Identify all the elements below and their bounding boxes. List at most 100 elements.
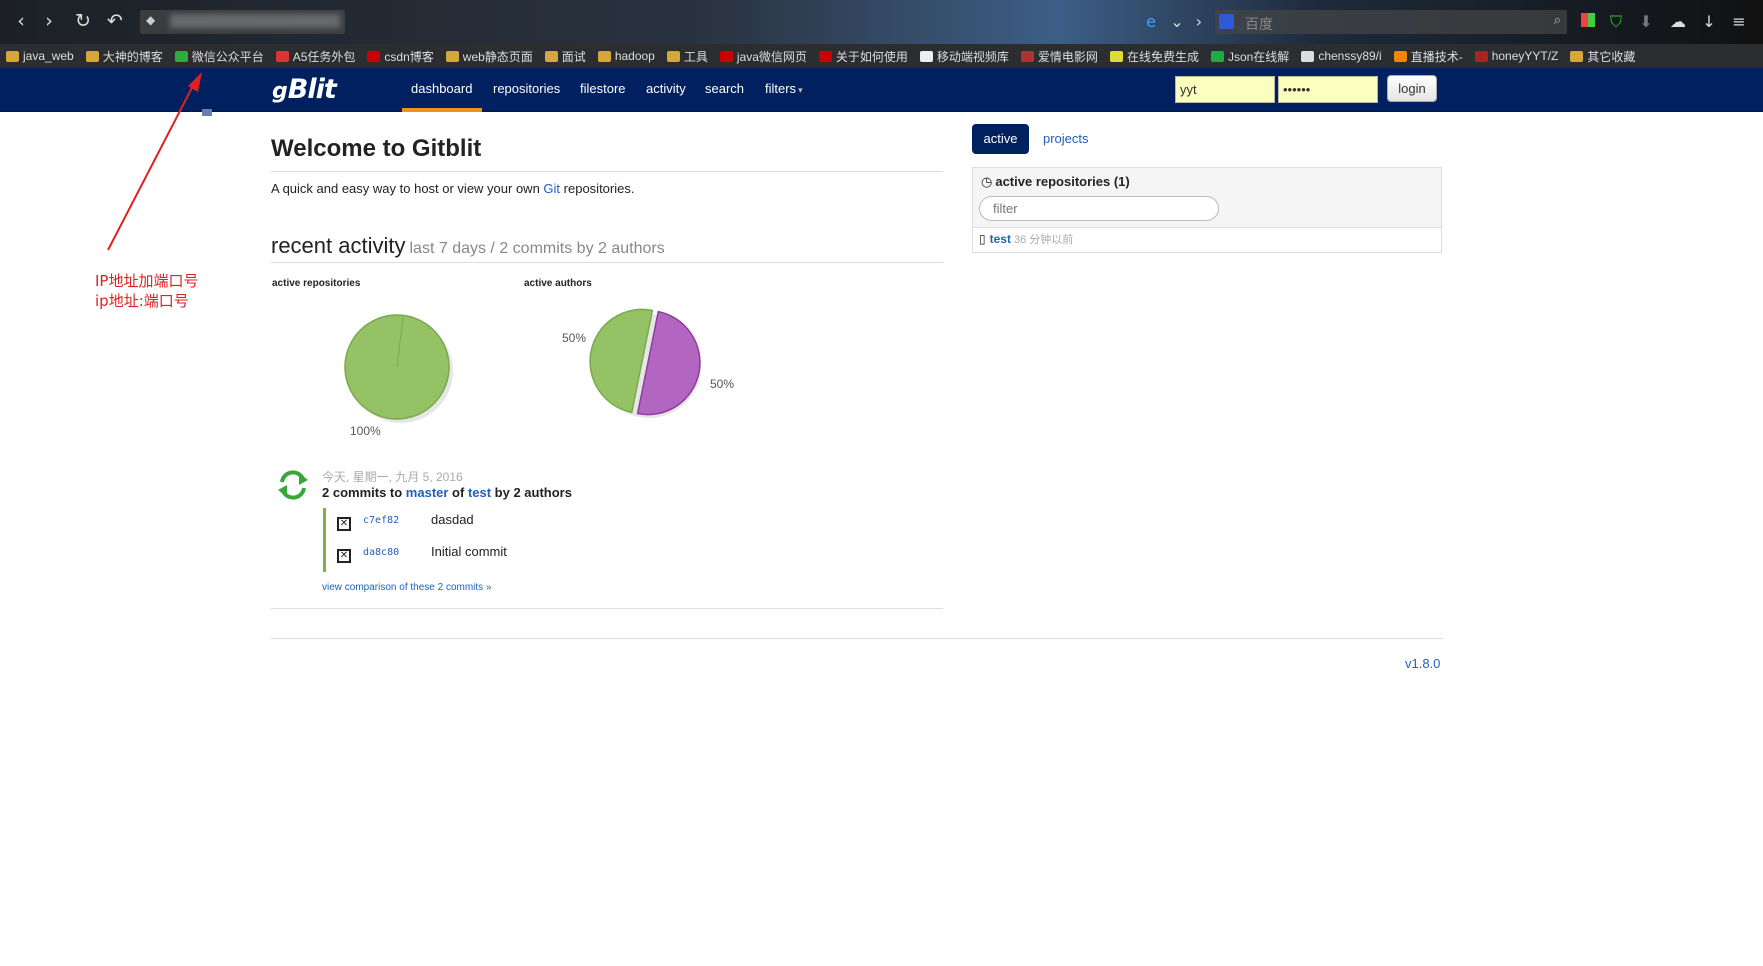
tab-projects[interactable]: projects bbox=[1043, 131, 1089, 146]
bookmark-icon bbox=[1020, 50, 1034, 62]
bookmark-item[interactable]: Json在线解 bbox=[1210, 48, 1290, 65]
bookmark-item[interactable]: 在线免费生成 bbox=[1109, 48, 1199, 65]
bookmark-label: 爱情电影网 bbox=[1037, 49, 1098, 64]
menu-icon[interactable]: ≡ bbox=[1728, 11, 1750, 33]
bookmark-item[interactable]: 面试 bbox=[544, 48, 586, 65]
bookmark-label: java微信网页 bbox=[736, 49, 807, 64]
download-icon[interactable]: ⬇ bbox=[1635, 11, 1657, 33]
bookmark-label: hadoop bbox=[614, 49, 655, 63]
bookmark-label: 其它收藏 bbox=[1587, 49, 1636, 64]
bookmark-icon bbox=[1393, 50, 1407, 62]
reload-icon[interactable]: ↻ bbox=[72, 10, 94, 32]
bookmark-item[interactable]: 其它收藏 bbox=[1570, 48, 1635, 65]
pie-label: 50% bbox=[562, 331, 586, 345]
bookmark-item[interactable]: honeyYYT/Z bbox=[1474, 49, 1559, 63]
chevron-right-icon[interactable]: › bbox=[1188, 11, 1210, 33]
bookmark-item[interactable]: 直播技术- bbox=[1393, 48, 1463, 65]
magnifier-icon[interactable]: ⌕ bbox=[1554, 13, 1561, 28]
commit-hash[interactable]: c7ef82 bbox=[363, 515, 399, 526]
bookmark-item[interactable]: hadoop bbox=[597, 49, 655, 63]
bookmark-item[interactable]: java_web bbox=[6, 49, 74, 63]
annotation-arrow bbox=[107, 72, 202, 251]
chart-title-repos: active repositories bbox=[272, 278, 361, 289]
active-repositories-panel: ◷active repositories (1) ▯ test36 分钟以前 bbox=[972, 167, 1442, 253]
annotation-text: IP地址加端口号 ip地址:端口号 bbox=[95, 272, 199, 310]
bookmark-icon bbox=[919, 50, 933, 62]
activity-charts: 100% 50% 50% bbox=[344, 308, 734, 438]
bookmark-icon bbox=[597, 50, 611, 62]
search-placeholder: 百度 bbox=[1245, 16, 1273, 32]
bookmark-item[interactable]: 移动端视频库 bbox=[919, 48, 1009, 65]
repo-row[interactable]: ▯ test 36 分钟以前 bbox=[979, 231, 1073, 247]
branch-link[interactable]: master bbox=[406, 485, 449, 500]
bookmark-item[interactable]: 关于如何使用 bbox=[818, 48, 908, 65]
apps-grid-icon[interactable] bbox=[1577, 11, 1599, 33]
bookmark-label: 面试 bbox=[561, 49, 586, 64]
panel-title: ◷ active repositories (1) bbox=[981, 174, 1130, 190]
search-engine-box[interactable]: 百度 ⌕ bbox=[1215, 10, 1567, 34]
bookmark-item[interactable]: csdn博客 bbox=[367, 48, 434, 65]
ie-icon[interactable]: e bbox=[1140, 11, 1162, 33]
tab-active[interactable]: active bbox=[972, 124, 1029, 154]
repo-filter-input[interactable] bbox=[979, 196, 1219, 221]
nav-activity[interactable]: activity bbox=[646, 81, 686, 96]
bookmark-item[interactable]: chenssy89/i bbox=[1301, 49, 1382, 63]
bookmark-item[interactable]: 微信公众平台 bbox=[174, 48, 264, 65]
bookmark-item[interactable]: 大神的博客 bbox=[85, 48, 163, 65]
arrow-down-icon[interactable]: ↓ bbox=[1698, 11, 1720, 33]
git-link[interactable]: Git bbox=[543, 181, 560, 196]
cloud-icon[interactable]: ☁ bbox=[1667, 11, 1689, 33]
divider bbox=[271, 262, 943, 263]
bookmark-icon bbox=[1109, 50, 1123, 62]
bookmark-item[interactable]: 工具 bbox=[666, 48, 708, 65]
bookmark-icon bbox=[367, 50, 381, 62]
footer-divider bbox=[271, 638, 1443, 639]
repo-name-link[interactable]: test bbox=[990, 232, 1011, 246]
commit-message: Initial commit bbox=[431, 544, 507, 559]
bookmark-icon bbox=[544, 50, 558, 62]
password-input[interactable] bbox=[1278, 76, 1378, 103]
undo-icon[interactable]: ↶ bbox=[104, 10, 126, 32]
commit-icon: ✕ bbox=[337, 549, 351, 563]
caret-down-icon: ▾ bbox=[798, 85, 803, 95]
security-shield-icon[interactable]: ⛉ bbox=[1605, 11, 1627, 33]
forward-icon[interactable]: › bbox=[38, 10, 60, 32]
repo-link[interactable]: test bbox=[468, 485, 491, 500]
login-button[interactable]: login bbox=[1387, 75, 1437, 102]
nav-repositories[interactable]: repositories bbox=[493, 81, 560, 96]
username-input[interactable] bbox=[1175, 76, 1275, 103]
divider bbox=[271, 608, 943, 609]
bookmark-icon bbox=[719, 50, 733, 62]
bookmark-item[interactable]: 爱情电影网 bbox=[1020, 48, 1098, 65]
bookmark-icon bbox=[275, 50, 289, 62]
nav-filestore[interactable]: filestore bbox=[580, 81, 626, 96]
bookmark-icon bbox=[85, 50, 99, 62]
nav-search[interactable]: search bbox=[705, 81, 744, 96]
recent-activity-heading: recent activity last 7 days / 2 commits b… bbox=[271, 233, 665, 258]
nav-dashboard[interactable]: dashboard bbox=[411, 81, 472, 96]
gitblit-logo[interactable]: gBlit bbox=[272, 74, 337, 105]
baidu-icon bbox=[1219, 14, 1234, 29]
bookmark-item[interactable]: java微信网页 bbox=[719, 48, 807, 65]
chevron-down-icon[interactable]: ⌄ bbox=[1166, 11, 1188, 33]
bookmark-item[interactable]: web静态页面 bbox=[445, 48, 533, 65]
shield-icon: ◆ bbox=[146, 13, 156, 27]
bookmark-label: Json在线解 bbox=[1227, 49, 1290, 64]
pie-label: 100% bbox=[350, 424, 381, 438]
bookmark-label: chenssy89/i bbox=[1318, 49, 1382, 63]
activity-date: 今天, 星期一, 九月 5, 2016 bbox=[322, 470, 463, 484]
back-icon[interactable]: ‹ bbox=[10, 10, 32, 32]
divider bbox=[271, 171, 943, 172]
panel-header: ◷ active repositories (1) bbox=[973, 168, 1441, 228]
bookmark-label: web静态页面 bbox=[462, 49, 533, 64]
nav-active-indicator bbox=[402, 108, 482, 112]
browser-toolbar: ‹ › ↻ ↶ ◆ e ⌄ › 百度 ⌕ ⛉ ⬇ ☁ ↓ ≡ bbox=[0, 0, 1763, 44]
nav-filters[interactable]: filters ▾ bbox=[765, 81, 803, 96]
bookmark-label: 大神的博客 bbox=[102, 49, 163, 64]
commit-hash[interactable]: da8c80 bbox=[363, 547, 399, 558]
bookmark-item[interactable]: A5任务外包 bbox=[275, 48, 355, 65]
recent-activity-subtitle: last 7 days / 2 commits by 2 authors bbox=[409, 240, 665, 257]
compare-commits-link[interactable]: view comparison of these 2 commits » bbox=[322, 582, 492, 593]
bookmark-label: honeyYYT/Z bbox=[1491, 49, 1559, 63]
bookmark-label: 在线免费生成 bbox=[1126, 49, 1199, 64]
